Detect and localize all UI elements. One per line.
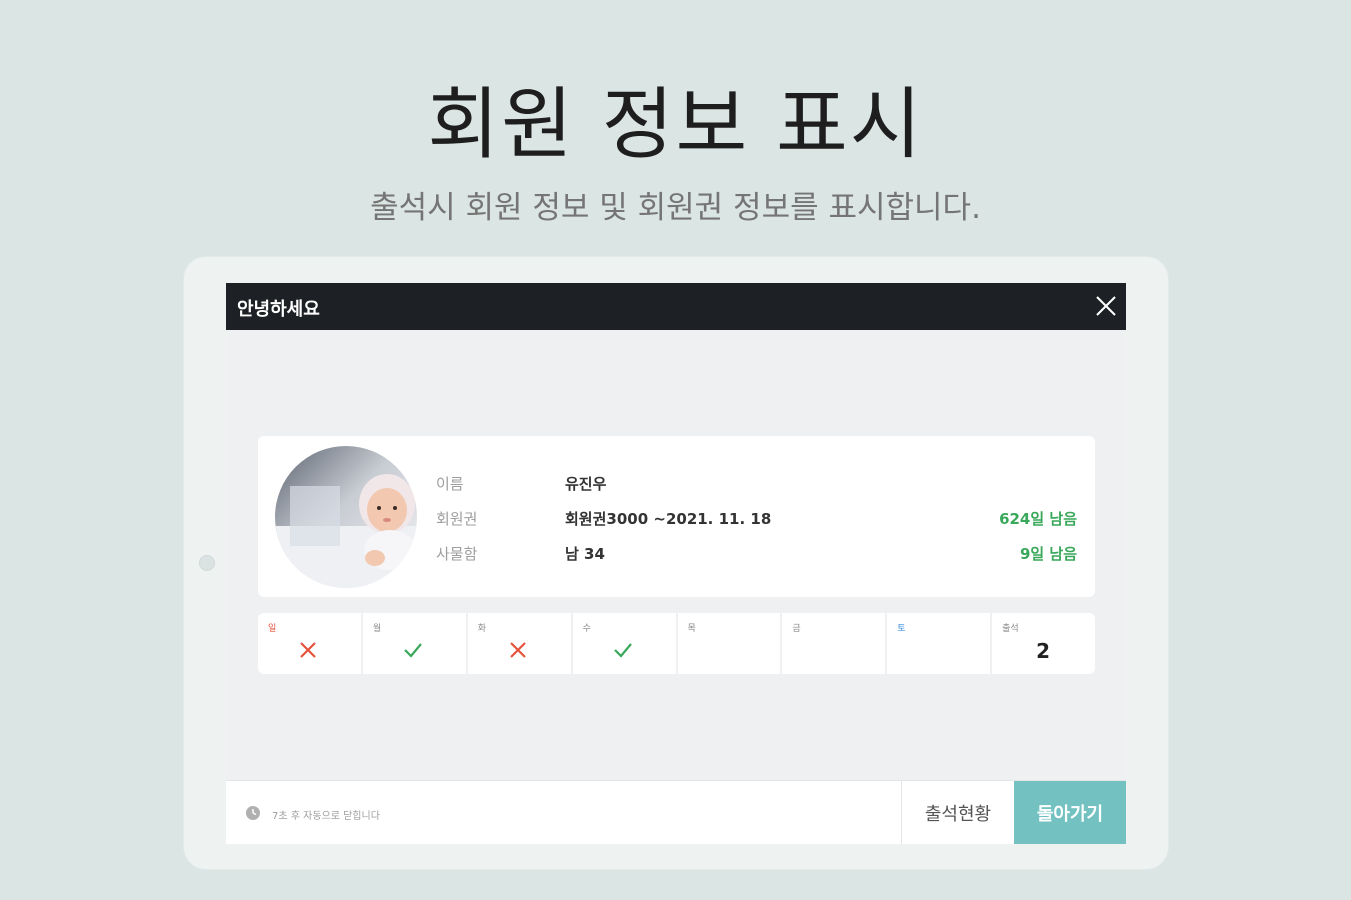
- day-label: 화: [477, 624, 487, 634]
- auto-close-text: 7초 후 자동으로 닫힙니다: [272, 811, 380, 822]
- timer-icon: [246, 806, 260, 820]
- day-cell-sun: 일: [258, 613, 363, 674]
- dialog-footer: 7초 후 자동으로 닫힙니다 출석현황 돌아가기: [226, 780, 1126, 844]
- name-label: 이름: [436, 475, 464, 493]
- absent-x-icon: [298, 640, 318, 660]
- day-cell-wed: 수: [573, 613, 678, 674]
- day-cell-sat: 토: [887, 613, 993, 674]
- locker-remaining: 9일 남음: [1019, 545, 1077, 563]
- back-button[interactable]: 돌아가기: [1014, 781, 1126, 844]
- locker-value: 남 34: [565, 545, 605, 563]
- day-label: 목: [687, 624, 696, 634]
- day-label: 일: [268, 624, 277, 634]
- hero-title: 회원 정보 표시: [427, 80, 924, 170]
- dialog-title: 안녕하세요: [237, 299, 320, 320]
- tablet-screen: 안녕하세요 이름 유진우 회원권 회원권3000 ~2021. 11. 18 6…: [226, 283, 1126, 844]
- present-check-icon: [403, 640, 423, 660]
- day-label: 금: [792, 624, 801, 634]
- present-check-icon: [613, 640, 633, 660]
- member-avatar: [275, 446, 417, 588]
- hero-subtitle: 출석시 회원 정보 및 회원권 정보를 표시합니다.: [370, 190, 981, 226]
- attendance-total-count: 2: [1036, 639, 1051, 663]
- attendance-status-button[interactable]: 출석현황: [901, 781, 1014, 844]
- day-label: 월: [372, 624, 382, 634]
- weekly-attendance: 일 월 화 수 목 금 토 출석 2: [258, 613, 1095, 674]
- day-cell-fri: 금: [782, 613, 888, 674]
- close-button[interactable]: [1094, 294, 1118, 318]
- membership-value: 회원권3000 ~2021. 11. 18: [565, 510, 772, 528]
- name-value: 유진우: [565, 475, 607, 493]
- membership-remaining: 624일 남음: [999, 510, 1077, 528]
- day-mark: [718, 640, 738, 660]
- member-card: 이름 유진우 회원권 회원권3000 ~2021. 11. 18 624일 남음…: [258, 436, 1095, 597]
- absent-x-icon: [508, 640, 528, 660]
- membership-label: 회원권: [436, 510, 478, 528]
- locker-label: 사물함: [436, 545, 478, 563]
- day-mark: [927, 640, 947, 660]
- attendance-total-label: 출석: [1002, 624, 1019, 634]
- attendance-total-cell: 출석 2: [992, 613, 1095, 674]
- tablet-camera: [199, 555, 215, 571]
- day-mark: [822, 640, 842, 660]
- day-cell-thu: 목: [678, 613, 783, 674]
- day-label: 수: [582, 624, 591, 634]
- day-label: 토: [897, 624, 906, 634]
- dialog-header: 안녕하세요: [226, 283, 1126, 330]
- day-cell-tue: 화: [468, 613, 573, 674]
- close-icon: [1096, 296, 1116, 316]
- day-cell-mon: 월: [363, 613, 468, 674]
